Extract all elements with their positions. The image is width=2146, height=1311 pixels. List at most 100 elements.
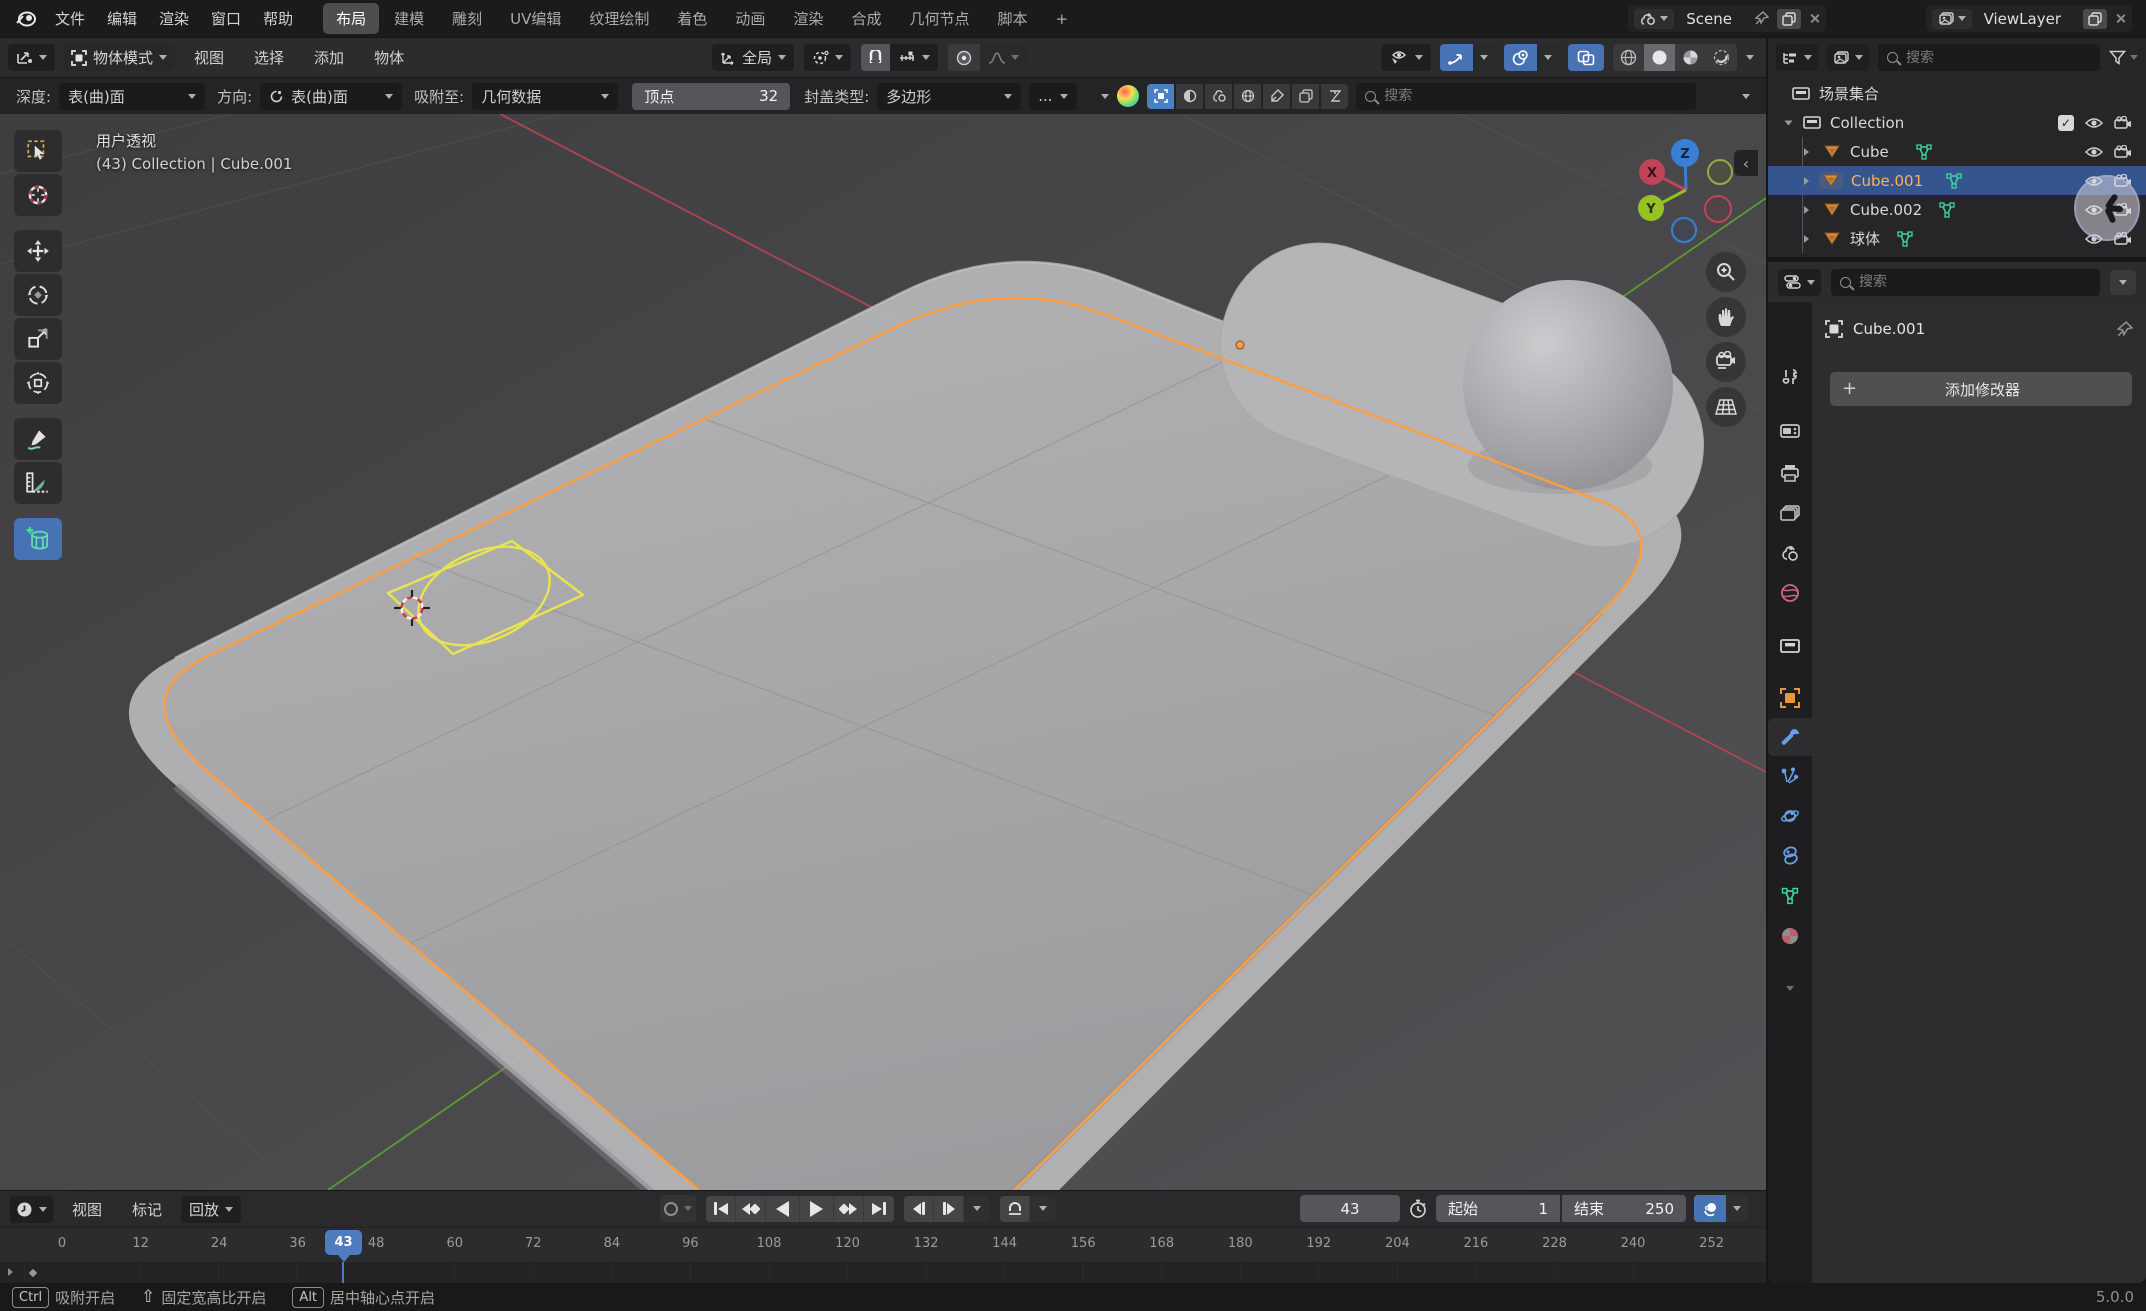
step-forward-button[interactable] [934, 1196, 964, 1222]
transform-orientation-selector[interactable]: 全局 [712, 44, 794, 71]
workspace-tab-shading[interactable]: 着色 [664, 3, 720, 34]
expand-toggle[interactable] [1804, 206, 1809, 214]
tab-world[interactable] [1768, 575, 1812, 611]
axis-neg-x-ball[interactable] [1705, 196, 1731, 222]
pivot-point-selector[interactable] [804, 44, 851, 71]
auto-key-dropdown[interactable] [684, 1206, 692, 1211]
workspace-tab-scripting[interactable]: 脚本 [984, 3, 1040, 34]
tab-tool[interactable] [1768, 359, 1812, 395]
tab-object-data[interactable] [1768, 878, 1812, 914]
workspace-tab-animation[interactable]: 动画 [722, 3, 778, 34]
add-modifier-button[interactable]: + 添加修改器 [1830, 372, 2132, 406]
current-frame-field[interactable]: 43 [1300, 1195, 1400, 1222]
timeline-ruler[interactable]: 0 12 24 36 48 60 72 84 96 108 120 132 14… [0, 1227, 1766, 1262]
tool-add-primitive[interactable] [14, 518, 62, 560]
stopwatch-icon[interactable] [1408, 1199, 1428, 1219]
play-reverse-button[interactable] [766, 1196, 800, 1222]
tab-modifiers-active[interactable] [1768, 719, 1812, 755]
tool-transform[interactable] [14, 362, 62, 404]
jump-to-end-button[interactable] [864, 1196, 894, 1222]
gizmos-dropdown[interactable] [1473, 44, 1495, 71]
tool-cursor[interactable] [14, 174, 62, 216]
sidebar-collapse-button[interactable]: ‹ [1734, 150, 1758, 176]
next-keyframe-button[interactable] [834, 1196, 864, 1222]
pan-view-button[interactable] [1706, 297, 1746, 337]
tool-rotate[interactable] [14, 274, 62, 316]
menu-edit[interactable]: 编辑 [96, 0, 148, 37]
timeline-track[interactable] [0, 1262, 1766, 1283]
tool-option-tweak-icon[interactable] [1147, 84, 1174, 109]
properties-options-button[interactable] [2110, 270, 2136, 295]
tab-physics[interactable] [1768, 798, 1812, 834]
loop-options-dropdown[interactable] [1030, 1196, 1056, 1222]
timeline-menu-view[interactable]: 视图 [61, 1196, 113, 1223]
workspace-tab-layout[interactable]: 布局 [323, 3, 379, 34]
keying-sphere-toggle[interactable] [1694, 1195, 1726, 1222]
outliner-editor-type-button[interactable] [1776, 44, 1818, 71]
outliner-filter-button[interactable] [2109, 50, 2138, 65]
collection-row[interactable]: Collection ✓ [1768, 108, 2146, 137]
tool-select-box[interactable] [14, 130, 62, 172]
tool-option-zigzag-icon[interactable] [1321, 84, 1348, 109]
menu-select[interactable]: 选择 [243, 44, 295, 71]
scene-unlink-button[interactable] [1809, 13, 1820, 24]
more-options-selector[interactable]: ... [1029, 83, 1077, 110]
overlays-dropdown[interactable] [1537, 44, 1559, 71]
timeline-editor-type-button[interactable] [10, 1196, 53, 1223]
workspace-tab-sculpting[interactable]: 雕刻 [439, 3, 495, 34]
expand-toggle[interactable] [1785, 120, 1793, 125]
orthographic-view-button[interactable] [1706, 387, 1746, 427]
gradient-ball-icon[interactable] [1117, 85, 1139, 107]
tool-scale[interactable] [14, 318, 62, 360]
menu-object[interactable]: 物体 [363, 44, 415, 71]
workspace-tab-compositing[interactable]: 合成 [838, 3, 894, 34]
breadcrumb-object-name[interactable]: Cube.001 [1853, 320, 1925, 338]
tab-strip-overflow-chevron[interactable] [1768, 970, 1812, 1006]
vertex-count-field[interactable]: 顶点32 [632, 83, 790, 110]
tool-measure[interactable] [14, 462, 62, 504]
properties-editor-type-button[interactable] [1778, 269, 1821, 296]
tab-object[interactable] [1768, 680, 1812, 716]
playhead-label[interactable]: 43 [325, 1230, 362, 1255]
viewlayer-new-button[interactable] [2083, 9, 2107, 29]
shading-rendered-button[interactable] [1706, 44, 1737, 71]
tool-option-globe-icon[interactable] [1234, 84, 1261, 109]
shading-solid-button[interactable] [1644, 44, 1675, 71]
scene-name[interactable]: Scene [1682, 10, 1746, 28]
pin-icon[interactable] [1754, 11, 1769, 26]
workspace-tab-uv[interactable]: UV编辑 [497, 3, 574, 34]
outliner-display-mode-button[interactable] [1827, 44, 1869, 71]
play-button[interactable] [800, 1196, 834, 1222]
auto-key-toggle[interactable] [664, 1202, 678, 1216]
proportional-falloff-selector[interactable] [980, 44, 1027, 71]
snap-to-selector[interactable]: 几何数据 [472, 83, 618, 110]
tab-output[interactable] [1768, 455, 1812, 491]
workspace-tab-modeling[interactable]: 建模 [381, 3, 437, 34]
prev-keyframe-button[interactable] [736, 1196, 766, 1222]
snap-settings-selector[interactable] [890, 44, 938, 71]
frame-start-field[interactable]: 起始1 [1436, 1195, 1560, 1222]
expand-toggle[interactable] [1804, 177, 1809, 185]
tab-collection[interactable] [1768, 628, 1812, 664]
panel-expand-chevron[interactable] [1101, 94, 1109, 99]
shading-material-button[interactable] [1675, 44, 1706, 71]
shading-dropdown[interactable] [1746, 55, 1754, 60]
tool-search-field[interactable] [1356, 83, 1696, 110]
timeline-menu-marker[interactable]: 标记 [121, 1196, 173, 1223]
scene-new-button[interactable] [1777, 9, 1801, 29]
axis-neg-y-ball[interactable] [1708, 160, 1732, 184]
loop-toggle[interactable] [1000, 1196, 1030, 1222]
tab-particles[interactable] [1768, 758, 1812, 794]
disable-render-camera-icon[interactable] [2114, 145, 2132, 159]
camera-view-button[interactable] [1706, 342, 1746, 382]
tab-render[interactable] [1768, 412, 1812, 448]
blender-logo-icon[interactable] [14, 7, 38, 29]
workspace-tab-texture-paint[interactable]: 纹理绘制 [576, 3, 662, 34]
scene-collection-row[interactable]: 场景集合 [1768, 79, 2146, 108]
tool-option-copy-icon[interactable] [1292, 84, 1319, 109]
axis-x-ball[interactable]: X [1639, 159, 1665, 185]
hide-eye-icon[interactable] [2084, 145, 2104, 159]
channel-expand-icon[interactable] [8, 1268, 13, 1276]
tool-move[interactable] [14, 230, 62, 272]
tool-annotate[interactable] [14, 418, 62, 460]
